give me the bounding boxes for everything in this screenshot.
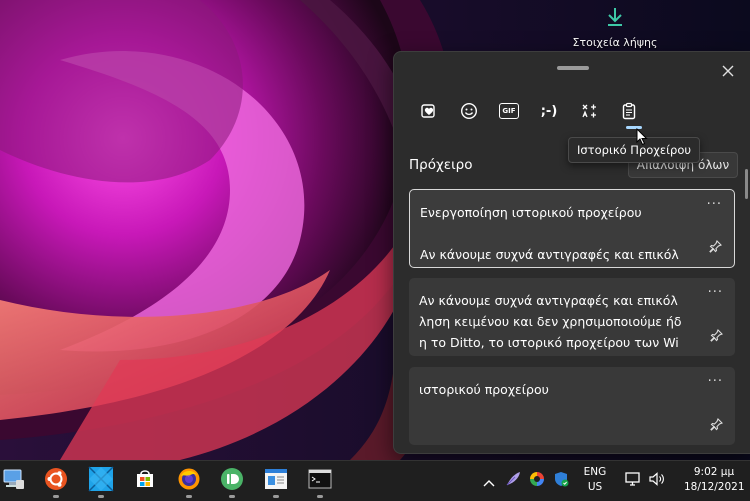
tab-emoji[interactable] <box>452 96 486 126</box>
tray-photos[interactable] <box>527 461 547 501</box>
clipboard-item-text: Ενεργοποίηση ιστορικού προχείρου Αν κάνο… <box>420 205 679 262</box>
clipboard-item[interactable]: ιστορικού προχείρου ··· <box>409 367 735 445</box>
taskbar-this-pc[interactable] <box>0 467 28 495</box>
close-icon <box>722 62 734 81</box>
notepad-icon <box>264 468 288 494</box>
running-indicator <box>53 495 59 498</box>
pushbullet-icon <box>220 467 244 495</box>
clipboard-panel: GIF ;-) Πρόχειρο Απαλοιφή όλων Ενεργοποί… <box>393 51 750 454</box>
emoji-smiley-icon <box>460 102 478 120</box>
running-indicator <box>186 495 192 498</box>
windows-store-alt-icon <box>88 466 114 496</box>
more-options-button[interactable]: ··· <box>707 197 722 212</box>
terminal-icon <box>308 469 332 493</box>
symbols-icon <box>580 102 598 120</box>
clock-date: 18/12/2021 <box>684 481 745 493</box>
desktop-icon-label: Στοιχεία λήψης <box>572 36 658 49</box>
more-options-button[interactable]: ··· <box>708 285 723 300</box>
language-code: ENG <box>583 466 607 478</box>
tab-clipboard[interactable] <box>612 96 646 126</box>
taskbar: ENG US 9:02 μμ 18/12/2021 <box>0 460 750 501</box>
tray-volume[interactable] <box>646 461 668 501</box>
download-arrow-icon <box>604 8 626 32</box>
taskbar-terminal[interactable] <box>306 467 334 495</box>
firefox-icon <box>177 467 201 495</box>
clipboard-icon <box>620 102 638 120</box>
taskbar-notepad[interactable] <box>262 467 290 495</box>
clock-time: 9:02 μμ <box>693 466 735 478</box>
clipboard-item-text: ιστορικού προχείρου <box>419 382 549 397</box>
section-title: Πρόχειρο <box>409 157 473 173</box>
feather-icon <box>505 471 521 491</box>
microsoft-store-icon <box>134 468 156 494</box>
pin-icon[interactable] <box>709 238 722 257</box>
pin-icon[interactable] <box>710 327 723 346</box>
photos-icon <box>529 471 545 491</box>
clipboard-item-text: Αν κάνουμε συχνά αντιγραφές και επικόλ λ… <box>419 293 682 350</box>
taskbar-store[interactable] <box>131 467 159 495</box>
scrollbar[interactable] <box>745 169 748 199</box>
language-region: US <box>587 481 603 493</box>
kaomoji-icon: ;-) <box>540 103 558 119</box>
volume-icon <box>648 471 666 491</box>
security-shield-icon <box>553 471 569 491</box>
tray-feather[interactable] <box>503 461 523 501</box>
desktop-downloads-shortcut[interactable]: Στοιχεία λήψης <box>560 6 670 49</box>
panel-drag-handle[interactable] <box>557 66 589 70</box>
more-options-button[interactable]: ··· <box>708 374 723 389</box>
running-indicator <box>229 495 235 498</box>
running-indicator <box>273 495 279 498</box>
tab-kaomoji[interactable]: ;-) <box>532 96 566 126</box>
chevron-up-icon <box>483 472 495 491</box>
close-button[interactable] <box>715 58 741 84</box>
favorites-heart-icon <box>420 102 438 120</box>
taskbar-ubuntu[interactable] <box>42 467 70 495</box>
tooltip: Ιστορικό Προχείρου <box>568 137 701 163</box>
input-language-indicator[interactable]: ENG US <box>578 465 612 495</box>
gif-icon: GIF <box>499 103 519 119</box>
tab-favorites[interactable] <box>412 96 446 126</box>
tray-network[interactable] <box>622 461 644 501</box>
clipboard-item[interactable]: Αν κάνουμε συχνά αντιγραφές και επικόλ λ… <box>409 278 735 356</box>
running-indicator <box>98 495 104 498</box>
taskbar-clock[interactable]: 9:02 μμ 18/12/2021 <box>684 465 745 495</box>
mouse-cursor-icon <box>636 128 648 146</box>
running-indicator <box>317 495 323 498</box>
taskbar-firefox[interactable] <box>175 467 203 495</box>
network-icon <box>624 471 642 491</box>
pin-icon[interactable] <box>710 416 723 435</box>
taskbar-pushbullet[interactable] <box>218 467 246 495</box>
taskbar-windows-app[interactable] <box>87 466 115 496</box>
show-hidden-icons-button[interactable] <box>480 461 498 501</box>
tab-gif[interactable]: GIF <box>492 96 526 126</box>
tray-security[interactable] <box>551 461 571 501</box>
clipboard-item[interactable]: Ενεργοποίηση ιστορικού προχείρου Αν κάνο… <box>409 189 735 268</box>
ubuntu-icon <box>44 467 68 495</box>
this-pc-icon <box>2 468 26 494</box>
tab-symbols[interactable] <box>572 96 606 126</box>
